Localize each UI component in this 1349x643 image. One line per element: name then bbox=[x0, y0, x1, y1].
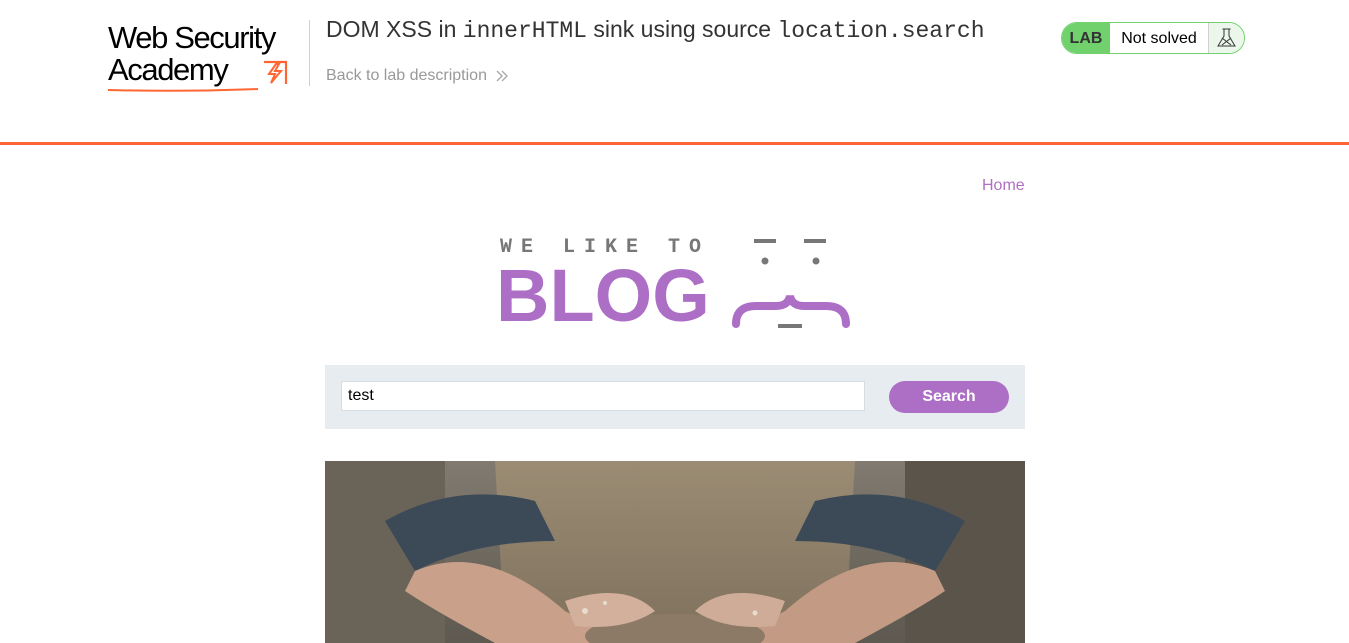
search-input[interactable] bbox=[341, 381, 865, 411]
lab-title-prefix: DOM XSS in bbox=[326, 16, 463, 42]
pottery-hands-photo bbox=[325, 461, 1025, 643]
logo-underline bbox=[108, 88, 258, 92]
blog-post-image[interactable] bbox=[325, 461, 1025, 643]
logo-line2: Academy bbox=[108, 52, 229, 87]
academy-header: Web Security Academy DOM XSS in innerHTM… bbox=[0, 0, 1349, 145]
lab-title: DOM XSS in innerHTML sink using source l… bbox=[326, 14, 985, 46]
logo-line1: Web Security bbox=[108, 20, 276, 55]
search-bar: Search bbox=[325, 365, 1025, 429]
home-link[interactable]: Home bbox=[982, 176, 1025, 196]
back-link-label: Back to lab description bbox=[326, 67, 487, 84]
blog-word: BLOG bbox=[496, 254, 710, 337]
lab-status-badge: LAB bbox=[1062, 23, 1110, 53]
web-security-academy-logo[interactable]: Web Security Academy bbox=[108, 20, 308, 92]
lab-title-code-sink: innerHTML bbox=[462, 18, 587, 44]
search-button[interactable]: Search bbox=[889, 381, 1009, 413]
lab-status-widget: LAB Not solved bbox=[1061, 22, 1245, 54]
blog-banner: WE LIKE TO BLOG bbox=[496, 232, 854, 336]
lab-title-middle: sink using source bbox=[587, 16, 778, 42]
lab-status-text: Not solved bbox=[1110, 23, 1209, 53]
back-to-lab-description-link[interactable]: Back to lab description bbox=[326, 66, 509, 86]
blog-face-icon bbox=[732, 239, 850, 328]
double-chevron-right-icon bbox=[496, 70, 509, 82]
lab-title-code-source: location.search bbox=[777, 18, 985, 44]
flask-icon bbox=[1209, 23, 1244, 53]
lightning-bolt-icon bbox=[264, 60, 288, 84]
header-divider bbox=[309, 20, 310, 86]
